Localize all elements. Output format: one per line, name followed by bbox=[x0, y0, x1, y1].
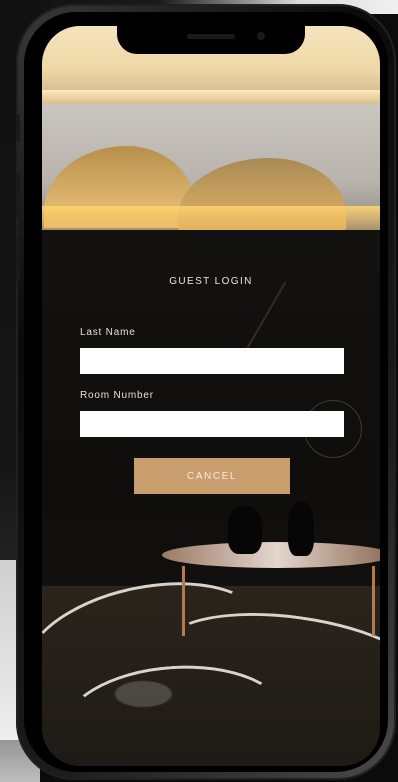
photo-table-top bbox=[162, 542, 380, 568]
cancel-button[interactable]: CANCEL bbox=[134, 458, 290, 494]
silent-switch bbox=[16, 236, 20, 282]
volume-down-button bbox=[16, 172, 20, 218]
photo-table-leg bbox=[182, 566, 185, 636]
last-name-input[interactable] bbox=[80, 348, 344, 374]
photo-table-leg bbox=[372, 566, 375, 636]
volume-up-button bbox=[16, 114, 20, 142]
login-title: GUEST LOGIN bbox=[169, 276, 253, 287]
photo-vase bbox=[288, 502, 314, 556]
speaker-grille bbox=[187, 34, 235, 39]
front-camera-icon bbox=[257, 32, 265, 40]
last-name-label: Last Name bbox=[80, 327, 136, 338]
room-number-input[interactable] bbox=[80, 411, 344, 437]
photo-cove-light bbox=[42, 90, 380, 104]
phone-screen: GUEST LOGIN Last Name Room Number CANCEL bbox=[42, 26, 380, 766]
photo-vase bbox=[228, 506, 262, 554]
phone-notch bbox=[117, 26, 305, 54]
room-number-label: Room Number bbox=[80, 390, 154, 401]
